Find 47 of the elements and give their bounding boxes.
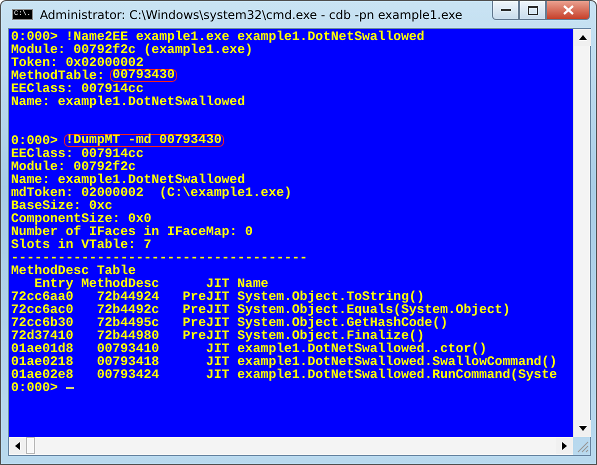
console-line: Token: 0x02000002 bbox=[11, 56, 144, 69]
window-title: Administrator: C:\Windows\system32\cmd.exe - cdb -pn example1.exe bbox=[40, 8, 464, 22]
console-line: EEClass: 007914cc bbox=[11, 82, 144, 95]
close-button[interactable] bbox=[546, 1, 590, 20]
vertical-scrollbar[interactable] bbox=[573, 29, 590, 437]
console-line: 72cc6b30 72b4495c PreJIT System.Object.GetHashCode() bbox=[11, 316, 448, 329]
text-cursor bbox=[66, 386, 74, 388]
minimize-icon bbox=[500, 8, 510, 12]
console-line: Module: 00792f2c (example1.exe) bbox=[11, 43, 253, 56]
console-line: BaseSize: 0xc bbox=[11, 199, 112, 212]
maximize-button[interactable] bbox=[519, 1, 546, 20]
console-line: Name: example1.DotNetSwallowed bbox=[11, 95, 246, 108]
down-arrow-icon bbox=[578, 426, 586, 431]
console-line: EEClass: 007914cc bbox=[11, 147, 144, 160]
console-line: Name: example1.DotNetSwallowed bbox=[11, 173, 246, 186]
left-arrow-icon bbox=[15, 442, 20, 450]
console-line: 01ae02e8 00793424 JIT example1.DotNetSwallowed.RunCommand(Syste bbox=[11, 368, 558, 381]
console-line: Module: 00792f2c bbox=[11, 160, 136, 173]
scroll-right-button[interactable] bbox=[556, 437, 573, 454]
console-line: 72cc6ac0 72b4492c PreJIT System.Object.Equals(System.Object) bbox=[11, 303, 510, 316]
circled-console-text: !DumpMT -md 00793430 bbox=[64, 134, 224, 147]
scroll-up-button[interactable] bbox=[574, 29, 591, 46]
console-prompt: 0:000> bbox=[11, 381, 58, 394]
console-line: 01ae01d8 00793410 JIT example1.DotNetSwallowed..ctor() bbox=[11, 342, 487, 355]
minimize-button[interactable] bbox=[492, 1, 519, 20]
console-line: Number of IFaces in IFaceMap: 0 bbox=[11, 225, 253, 238]
console-line: 0:000> !Name2EE example1.exe example1.DotNetSwallowed bbox=[11, 30, 424, 43]
scroll-thumb[interactable] bbox=[26, 437, 35, 454]
console-line: 72cc6aa0 72b44924 PreJIT System.Object.ToString() bbox=[11, 290, 424, 303]
console-line: 0:000> bbox=[11, 134, 58, 147]
console-line: MethodDesc Table bbox=[11, 264, 136, 277]
close-icon bbox=[562, 5, 574, 15]
horizontal-scrollbar[interactable] bbox=[9, 437, 573, 455]
right-arrow-icon bbox=[562, 442, 567, 450]
scroll-left-button[interactable] bbox=[9, 437, 26, 454]
maximize-icon bbox=[528, 6, 538, 14]
up-arrow-icon bbox=[578, 35, 586, 40]
scroll-down-button[interactable] bbox=[574, 420, 591, 437]
circled-console-text: 00793430 bbox=[110, 69, 177, 82]
console-line: Entry MethodDesc JIT Name bbox=[33, 277, 268, 290]
console-line: Slots in VTable: 7 bbox=[11, 238, 152, 251]
console-line: 01ae0218 00793418 JIT example1.DotNetSwallowed.SwallowCommand() bbox=[11, 355, 558, 368]
console-line: mdToken: 02000002 (C:\example1.exe) bbox=[11, 186, 292, 199]
console-line: 72d37410 72b44980 PreJIT System.Object.Finalize() bbox=[11, 329, 424, 342]
console-line: MethodTable: bbox=[11, 69, 106, 82]
console-line: -------------------------------------- bbox=[11, 251, 308, 264]
console-line: ComponentSize: 0x0 bbox=[11, 212, 152, 225]
